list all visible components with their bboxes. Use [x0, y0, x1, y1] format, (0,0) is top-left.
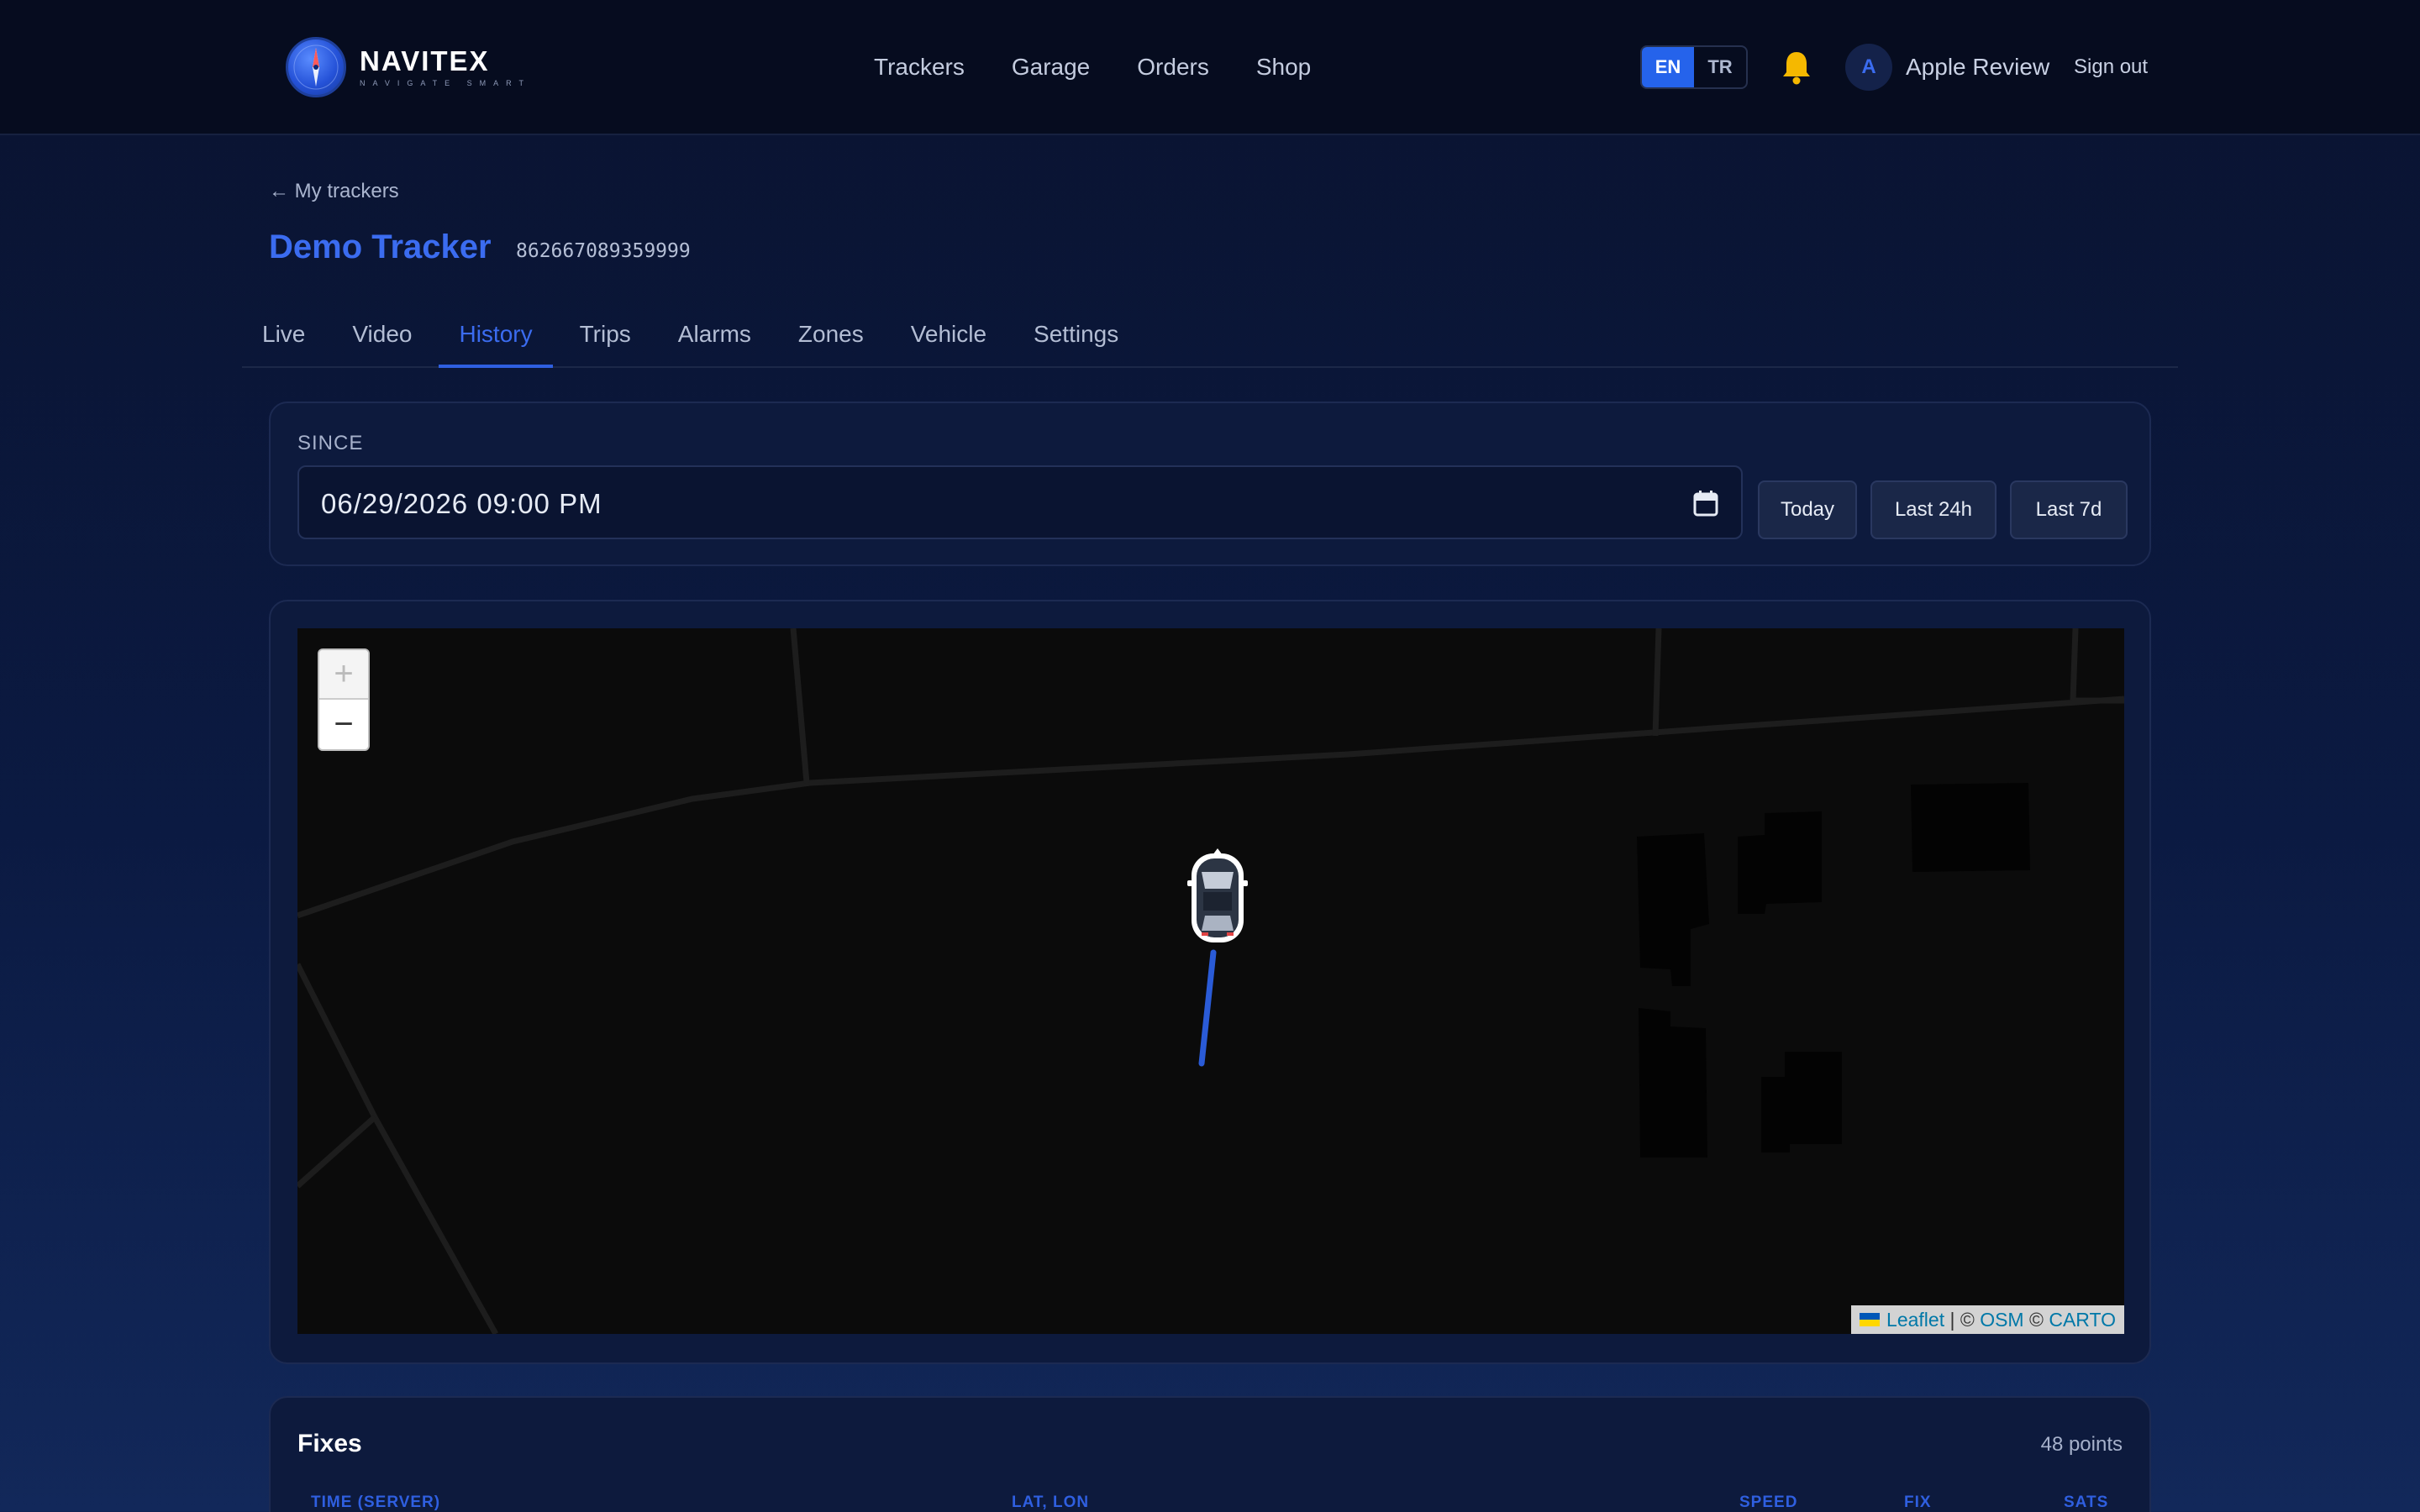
top-header: NAVITEX NAVIGATE SMART Trackers Garage O…: [0, 0, 2420, 135]
zoom-control: + −: [318, 648, 370, 751]
brand-name: NAVITEX: [360, 45, 490, 76]
fixes-count: 48 points: [2040, 1433, 2123, 1456]
nav-garage[interactable]: Garage: [1012, 49, 1090, 86]
tab-alarms[interactable]: Alarms: [658, 312, 771, 368]
history-map[interactable]: + − Leaflet | © OSM © CARTO: [297, 628, 2124, 1334]
car-marker-icon[interactable]: [1187, 848, 1248, 942]
fixes-title: Fixes: [297, 1430, 362, 1457]
since-filter-card: SINCE 06/29/2026 09:00 PM Today Last 24h…: [269, 402, 2151, 566]
map-tiles: [297, 628, 2124, 1334]
fixes-card: Fixes 48 points TIME (SERVER) LAT, LON S…: [269, 1396, 2151, 1512]
sign-out-button[interactable]: Sign out: [2074, 52, 2148, 82]
carto-link[interactable]: CARTO: [2049, 1309, 2116, 1331]
zoom-in-button[interactable]: +: [319, 650, 368, 700]
user-name[interactable]: Apple Review: [1906, 50, 2049, 84]
compass-icon: [286, 37, 346, 97]
map-attribution: Leaflet | © OSM © CARTO: [1851, 1305, 2124, 1334]
lang-tr-button[interactable]: TR: [1694, 47, 1746, 87]
nav-orders[interactable]: Orders: [1137, 49, 1209, 86]
arrow-left-icon: ←: [269, 180, 289, 202]
column-header-lat-lon[interactable]: LAT, LON: [1012, 1494, 1089, 1512]
avatar[interactable]: A: [1845, 44, 1892, 91]
bell-icon[interactable]: [1780, 49, 1813, 86]
tracker-id: 862667089359999: [516, 240, 691, 262]
last-24h-button[interactable]: Last 24h: [1870, 480, 1996, 539]
column-header-sats[interactable]: SATS: [2064, 1494, 2108, 1512]
page-title: Demo Tracker: [269, 228, 492, 265]
nav-shop[interactable]: Shop: [1256, 49, 1311, 86]
brand-logo[interactable]: NAVITEX NAVIGATE SMART: [286, 35, 531, 99]
tab-vehicle[interactable]: Vehicle: [891, 312, 1007, 368]
ukraine-flag-icon: [1860, 1313, 1881, 1326]
osm-link[interactable]: OSM: [1980, 1309, 2023, 1331]
since-datetime-input[interactable]: 06/29/2026 09:00 PM: [297, 465, 1743, 539]
since-datetime-value: 06/29/2026 09:00 PM: [321, 488, 602, 519]
tab-settings[interactable]: Settings: [1013, 312, 1139, 368]
column-header-speed[interactable]: SPEED: [1739, 1494, 1797, 1512]
since-label: SINCE: [297, 432, 364, 454]
tab-history[interactable]: History: [439, 312, 553, 368]
leaflet-link[interactable]: Leaflet: [1886, 1309, 1944, 1331]
zoom-out-button[interactable]: −: [319, 700, 368, 749]
tab-trips[interactable]: Trips: [560, 312, 651, 368]
column-header-time[interactable]: TIME (SERVER): [311, 1494, 440, 1512]
back-to-trackers-link[interactable]: ← My trackers: [269, 176, 399, 207]
language-switcher: EN TR: [1640, 45, 1748, 89]
history-map-card: + − Leaflet | © OSM © CARTO: [269, 600, 2151, 1364]
today-button[interactable]: Today: [1758, 480, 1857, 539]
tab-video[interactable]: Video: [332, 312, 432, 368]
brand-tagline: NAVIGATE SMART: [360, 79, 532, 87]
calendar-icon[interactable]: [1692, 489, 1719, 517]
main-nav: Trackers Garage Orders Shop: [874, 49, 1358, 86]
tab-live[interactable]: Live: [242, 312, 325, 368]
tab-zones[interactable]: Zones: [778, 312, 884, 368]
tracker-tabs: Live Video History Trips Alarms Zones Ve…: [242, 312, 2178, 368]
back-link-label: My trackers: [294, 180, 399, 202]
nav-trackers[interactable]: Trackers: [874, 49, 965, 86]
last-7d-button[interactable]: Last 7d: [2010, 480, 2128, 539]
lang-en-button[interactable]: EN: [1642, 47, 1694, 87]
column-header-fix[interactable]: FIX: [1904, 1494, 1932, 1512]
